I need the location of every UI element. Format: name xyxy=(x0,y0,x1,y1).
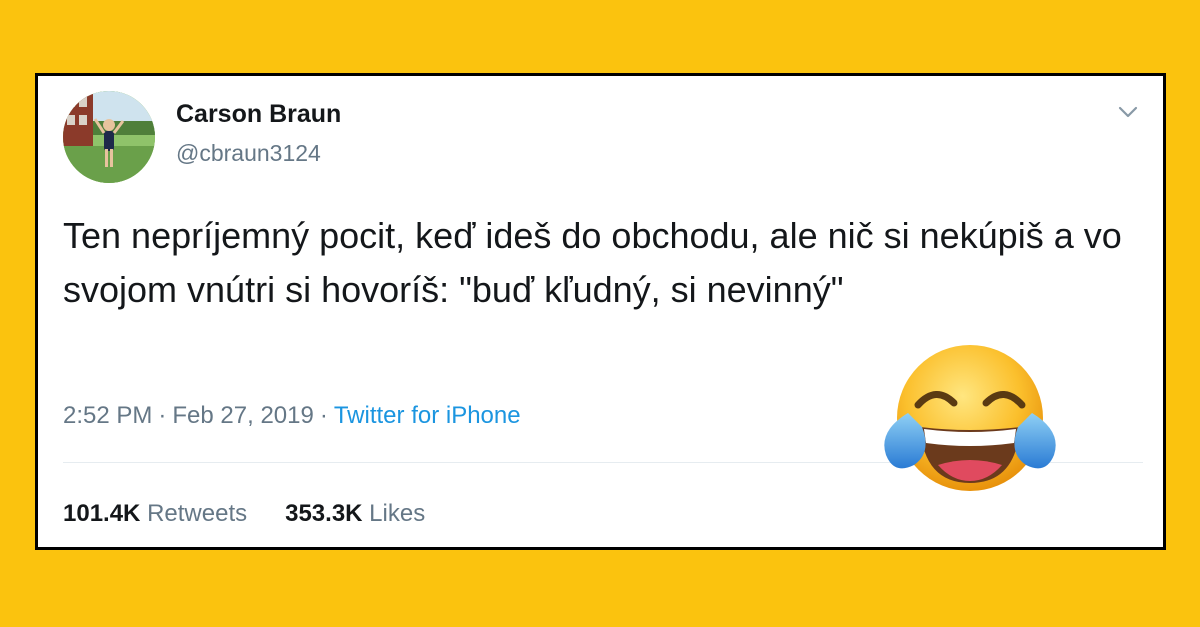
retweets-label: Retweets xyxy=(147,500,248,527)
retweets-stat[interactable]: 101.4K Retweets xyxy=(63,500,247,527)
tweet-meta: 2:52 PM · Feb 27, 2019 · Twitter for iPhone xyxy=(63,402,521,430)
tweet-text: Ten nepríjemný pocit, keď ideš do obchod… xyxy=(63,215,1122,310)
author-name[interactable]: Carson Braun xyxy=(176,100,341,129)
tweet-stats: 101.4K Retweets 353.3K Likes xyxy=(63,500,463,528)
chevron-down-icon[interactable] xyxy=(1115,99,1141,125)
author-handle[interactable]: @cbraun3124 xyxy=(176,140,321,167)
tweet-date[interactable]: Feb 27, 2019 xyxy=(172,402,313,429)
tweet-source-link[interactable]: Twitter for iPhone xyxy=(334,402,521,429)
likes-count: 353.3K xyxy=(285,500,363,527)
avatar[interactable] xyxy=(63,91,155,183)
likes-stat[interactable]: 353.3K Likes xyxy=(285,500,425,527)
meta-separator: · xyxy=(158,402,167,429)
retweets-count: 101.4K xyxy=(63,500,141,527)
tweet-time[interactable]: 2:52 PM xyxy=(63,402,152,429)
meta-separator: · xyxy=(319,402,328,429)
likes-label: Likes xyxy=(369,500,426,527)
face-with-tears-of-joy-icon xyxy=(880,343,1060,493)
